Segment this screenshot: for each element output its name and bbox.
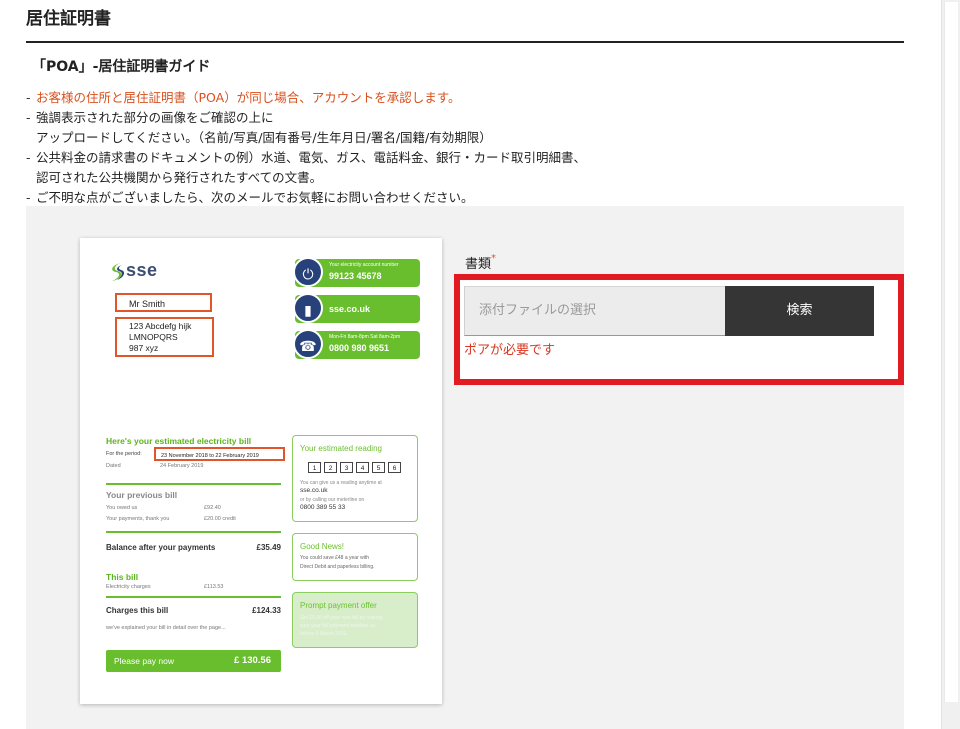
highlight-address: 123 Abcdefg hijk LMNOPQRS 987 xyz <box>115 317 214 357</box>
account-number-pill: ⏻ Your electricity account number 99123 … <box>293 257 420 287</box>
website-pill: ▮ sse.co.uk <box>293 293 420 323</box>
document-label: 書類* <box>465 253 497 272</box>
required-mark: * <box>491 253 497 264</box>
scrollbar-thumb[interactable] <box>944 2 958 702</box>
sse-logo: sse <box>106 260 166 284</box>
estimated-reading-box: Your estimated reading 1 2 3 4 5 6 You c… <box>292 435 418 522</box>
highlight-name: Mr Smith <box>115 293 212 312</box>
phone-pill: ☎ Mon-Fri 8am-8pm Sat 8am-2pm 0800 980 9… <box>293 329 420 359</box>
note-item-highlight: - 強調表示された部分の画像をご確認の上に アップロードしてください。（名前/写真/… <box>26 110 492 145</box>
guide-notes: - お客様の住所と居住証明書（POA）が同じ場合、アカウントを承認します。 - 強調… <box>26 88 586 208</box>
phone-icon: ☎ <box>293 329 323 359</box>
plug-icon: ⏻ <box>293 257 323 287</box>
note-item-contact: - ご不明な点がございましたら、次のメールでお気軽にお問い合わせください。 <box>26 190 474 205</box>
good-news-box: Good News! You could save £48 a year wit… <box>292 533 418 581</box>
note-item-approval: - お客様の住所と居住証明書（POA）が同じ場合、アカウントを承認します。 <box>26 90 461 105</box>
guide-subtitle: 「POA」-居住証明書ガイド <box>32 59 211 75</box>
browse-button[interactable]: 検索 <box>725 286 874 336</box>
estimate-heading: Here's your estimated electricity bill <box>106 436 252 446</box>
page-scrollbar[interactable] <box>941 0 960 729</box>
highlight-period: 23 November 2018 to 22 February 2019 <box>154 447 285 461</box>
sse-logo-icon <box>112 263 124 281</box>
error-message: ポアが必要です <box>464 343 556 358</box>
note-item-examples: - 公共料金の請求書のドキュメントの例）水道、電気、ガス、電話料金、銀行・カード取… <box>26 150 587 185</box>
mouse-icon: ▮ <box>293 293 323 323</box>
pay-now-bar: Please pay now £ 130.56 <box>106 650 281 672</box>
sample-bill-image: sse Mr Smith 123 Abcdefg hijk LMNOPQRS 9… <box>80 238 442 704</box>
file-select-input[interactable]: 添付ファイルの選択 <box>464 286 725 336</box>
title-divider <box>26 41 904 43</box>
page-title: 居住証明書 <box>26 9 111 29</box>
prompt-payment-box: Prompt payment offer Get £5.00 off your … <box>292 592 418 648</box>
